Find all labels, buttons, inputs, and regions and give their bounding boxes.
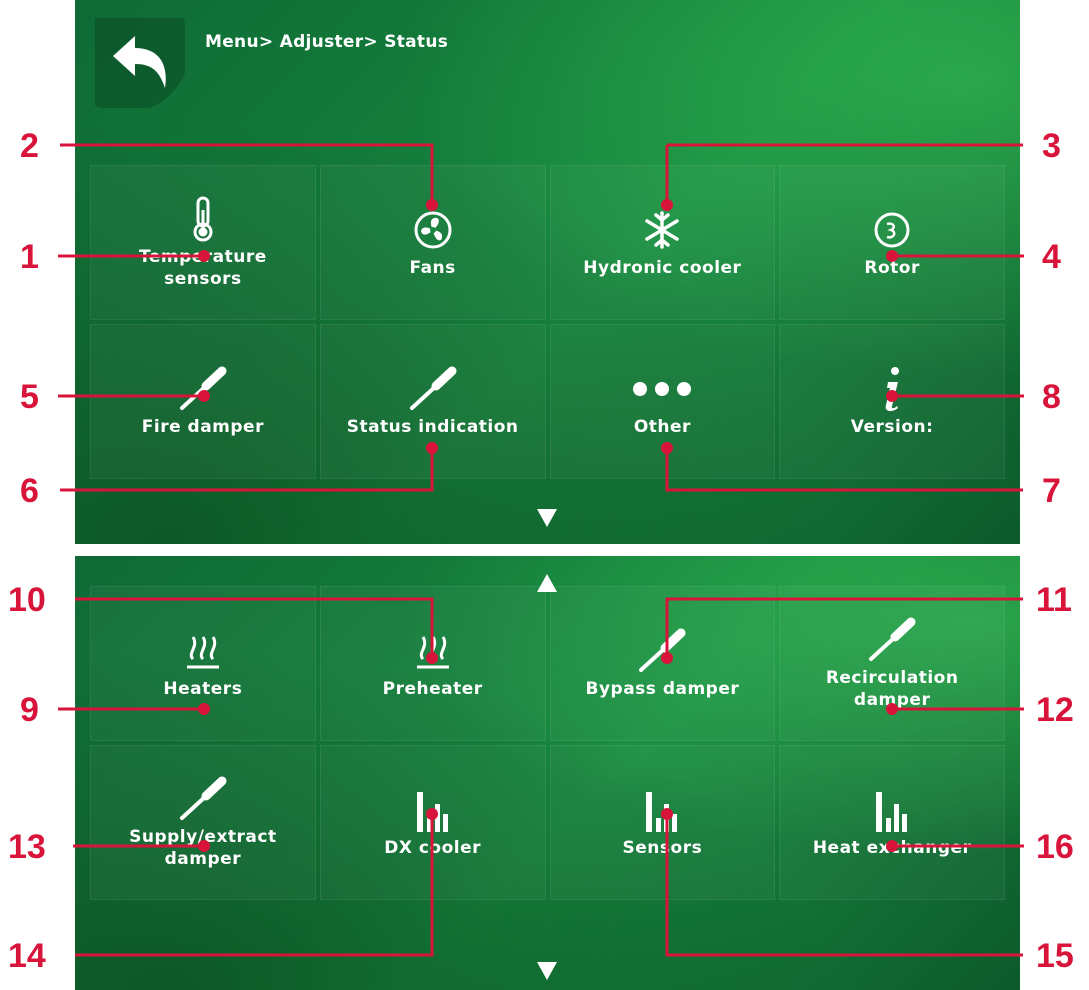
tile-label: Temperature sensors xyxy=(138,246,267,289)
callout-number: 16 xyxy=(1036,828,1074,866)
status-screen-top: Menu> Adjuster> Status Temperature senso… xyxy=(75,0,1020,544)
tile-fans[interactable]: Fans xyxy=(319,165,546,320)
tile-bypass-damper[interactable]: Bypass damper xyxy=(549,586,776,741)
callout-number: 13 xyxy=(8,828,46,866)
back-button[interactable] xyxy=(75,0,190,113)
heater-icon xyxy=(183,628,223,674)
callout-number: 11 xyxy=(1036,581,1072,619)
tile-preheater[interactable]: Preheater xyxy=(319,586,546,741)
status-menu-grid-bottom: Heaters Preheater Bypass damper Recircul… xyxy=(90,586,1005,900)
tile-label: Status indication xyxy=(346,416,519,437)
tile-label: Sensors xyxy=(622,837,703,858)
tile-fire-damper[interactable]: Fire damper xyxy=(90,324,316,479)
callout-number: 8 xyxy=(1042,378,1061,416)
damper-icon xyxy=(178,776,228,822)
callout-number: 9 xyxy=(20,691,39,729)
tile-heat-exchanger[interactable]: Heat exchanger xyxy=(779,745,1005,900)
snowflake-icon xyxy=(642,207,682,253)
tile-status-indication[interactable]: Status indication xyxy=(319,324,546,479)
damper-icon xyxy=(867,617,917,663)
callout-number: 3 xyxy=(1042,127,1061,165)
info-icon xyxy=(880,366,904,412)
tile-label: Hydronic cooler xyxy=(583,257,742,278)
tile-sensors[interactable]: Sensors xyxy=(549,745,776,900)
scroll-down-button[interactable] xyxy=(537,960,557,980)
tile-supply-extract-damper[interactable]: Supply/extract damper xyxy=(90,745,316,900)
status-menu-grid-top: Temperature sensors Fans Hydronic cooler… xyxy=(90,165,1005,479)
callout-number: 14 xyxy=(8,937,46,975)
callout-number: 2 xyxy=(20,127,39,165)
damper-icon xyxy=(178,366,228,412)
tile-label: Fire damper xyxy=(141,416,264,437)
back-arrow-icon xyxy=(75,0,190,113)
tile-label: Other xyxy=(633,416,691,437)
tile-heaters[interactable]: Heaters xyxy=(90,586,316,741)
bar-chart-icon xyxy=(644,787,680,833)
tile-label: Fans xyxy=(409,257,456,278)
callout-number: 12 xyxy=(1036,691,1074,729)
callout-number: 1 xyxy=(20,238,39,276)
tile-hydronic-cooler[interactable]: Hydronic cooler xyxy=(549,165,776,320)
tile-recirculation-damper[interactable]: Recirculation damper xyxy=(779,586,1005,741)
status-screen-bottom: Heaters Preheater Bypass damper Recircul… xyxy=(75,556,1020,990)
bar-chart-icon xyxy=(415,787,451,833)
tile-label: Version: xyxy=(850,416,934,437)
tile-label: Rotor xyxy=(864,257,920,278)
tile-temperature-sensors[interactable]: Temperature sensors xyxy=(90,165,316,320)
thermometer-icon xyxy=(191,196,215,242)
tile-other[interactable]: Other xyxy=(549,324,776,479)
tile-label: Bypass damper xyxy=(585,678,740,699)
tile-dx-cooler[interactable]: DX cooler xyxy=(319,745,546,900)
scroll-down-button[interactable] xyxy=(537,507,557,527)
tile-label: Supply/extract damper xyxy=(129,826,277,869)
callout-number: 5 xyxy=(20,378,39,416)
tile-label: Preheater xyxy=(382,678,483,699)
dots-icon xyxy=(630,366,694,412)
tile-label: DX cooler xyxy=(384,837,482,858)
bar-chart-icon xyxy=(874,787,910,833)
damper-icon xyxy=(408,366,458,412)
tile-version[interactable]: Version: xyxy=(779,324,1005,479)
heater-icon xyxy=(413,628,453,674)
callout-number: 4 xyxy=(1042,238,1061,276)
fan-icon xyxy=(413,207,453,253)
tile-label: Recirculation damper xyxy=(825,667,959,710)
callout-number: 6 xyxy=(20,472,39,510)
breadcrumb: Menu> Adjuster> Status xyxy=(205,32,449,52)
tile-label: Heat exchanger xyxy=(812,837,972,858)
rotor-icon xyxy=(872,207,912,253)
callout-number: 10 xyxy=(8,581,46,619)
damper-icon xyxy=(637,628,687,674)
callout-number: 15 xyxy=(1036,937,1074,975)
tile-label: Heaters xyxy=(163,678,243,699)
callout-number: 7 xyxy=(1042,472,1061,510)
tile-rotor[interactable]: Rotor xyxy=(779,165,1005,320)
